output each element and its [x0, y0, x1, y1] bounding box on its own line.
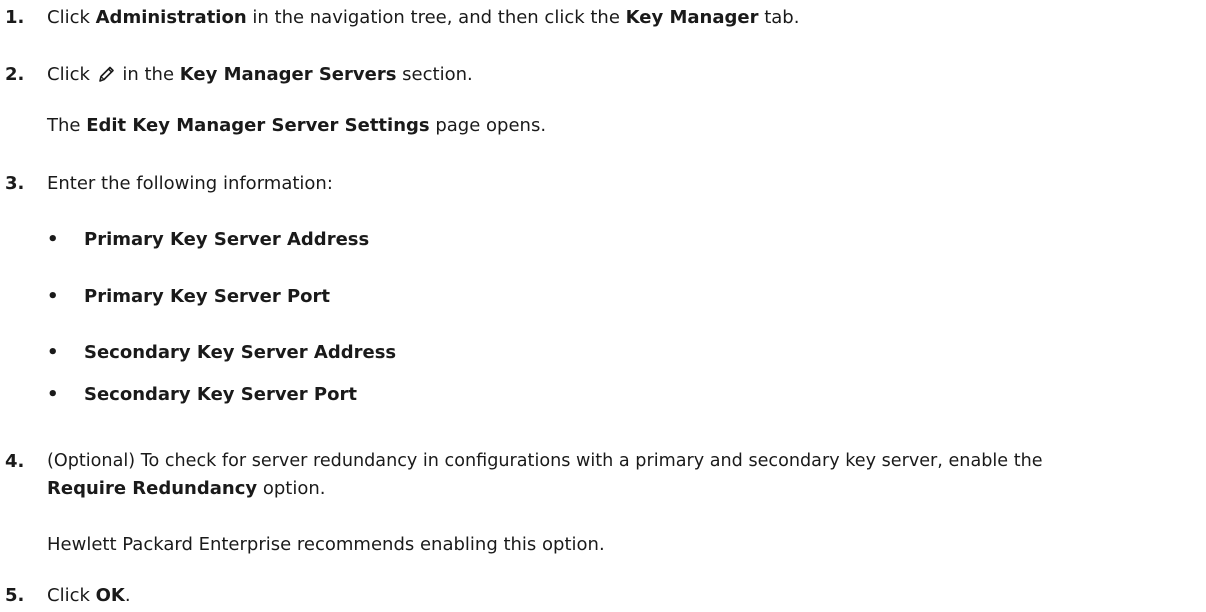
ui-term-administration: Administration [95, 7, 247, 28]
step-4-line-2: Require Redundancy option. [47, 474, 326, 503]
step-text: Click Administration in the navigation t… [47, 3, 799, 32]
ui-term-edit-settings-page: Edit Key Manager Server Settings [86, 115, 430, 136]
text-run: Click [47, 64, 96, 85]
step-text: Click in the Key Manager Servers section… [47, 60, 473, 92]
step-4-note: Hewlett Packard Enterprise recommends en… [47, 534, 605, 555]
ui-term-require-redundancy: Require Redundancy [47, 478, 258, 499]
bullet-glyph: • [47, 384, 59, 405]
step-number: 2. [5, 64, 25, 85]
ui-term-ok: OK [95, 585, 125, 606]
text-run: section. [396, 64, 473, 85]
text-run: tab. [758, 7, 800, 28]
text-run: . [124, 585, 131, 606]
bullet-label: Primary Key Server Port [84, 286, 331, 307]
text-run: in the navigation tree, and then click t… [246, 7, 626, 28]
bullet-glyph: • [47, 286, 59, 307]
bullet-label: Secondary Key Server Address [84, 342, 397, 363]
step-text-line-1: (Optional) To check for server redundanc… [47, 451, 1043, 471]
step-number: 5. [5, 585, 25, 606]
text-run: option. [257, 478, 326, 499]
ui-term-key-manager-servers: Key Manager Servers [179, 64, 397, 85]
text-run: in the [116, 64, 180, 85]
bullet-glyph: • [47, 229, 59, 250]
bullet-label: Secondary Key Server Port [84, 384, 357, 405]
text-run: Click [47, 585, 96, 606]
bullet-label: Primary Key Server Address [84, 229, 370, 250]
step-number: 1. [5, 7, 25, 28]
step-number: 3. [5, 173, 25, 194]
step-text: Click OK. [47, 581, 131, 610]
text-run: The [47, 115, 87, 136]
step-2-note: The Edit Key Manager Server Settings pag… [47, 111, 546, 140]
pencil-edit-icon [98, 63, 115, 92]
text-run: page opens. [429, 115, 547, 136]
ui-term-key-manager: Key Manager [625, 7, 759, 28]
text-run: Click [47, 7, 96, 28]
step-number: 4. [5, 451, 25, 472]
bullet-glyph: • [47, 342, 59, 363]
step-text: Enter the following information: [47, 173, 333, 194]
